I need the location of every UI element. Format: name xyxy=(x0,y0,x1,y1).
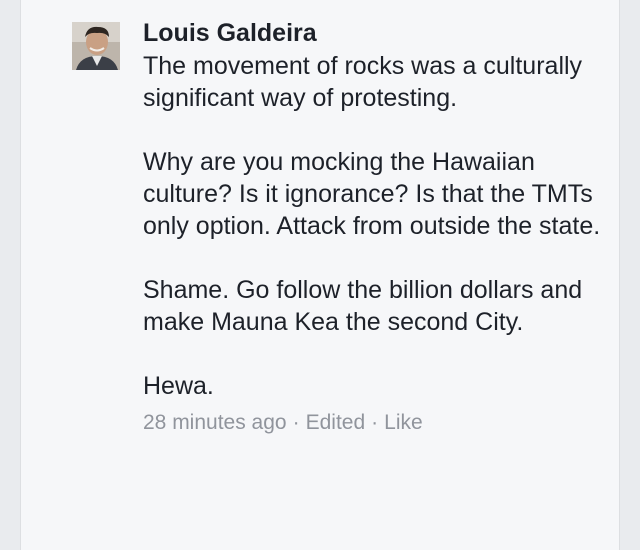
avatar[interactable] xyxy=(72,22,120,70)
timestamp-link[interactable]: 28 minutes ago xyxy=(143,411,287,434)
profile-photo-icon xyxy=(72,22,120,70)
comment-paragraph: The movement of rocks was a culturally s… xyxy=(143,52,583,112)
like-button[interactable]: Like xyxy=(384,411,423,434)
author-name[interactable]: Louis Galdeira xyxy=(143,16,613,50)
comment-paragraph: Why are you mocking the Hawaiian culture… xyxy=(143,148,601,240)
comment-paragraph: Shame. Go follow the billion dollars and… xyxy=(143,276,583,336)
comment-card: Louis Galdeira The movement of rocks was… xyxy=(20,0,620,550)
comment-body: Louis Galdeira The movement of rocks was… xyxy=(143,16,613,438)
edited-link[interactable]: Edited xyxy=(306,411,366,434)
comment-meta: 28 minutes ago · Edited · Like xyxy=(143,408,613,438)
separator: · xyxy=(371,411,379,434)
comment-paragraph: Hewa. xyxy=(143,372,214,400)
separator: · xyxy=(292,411,300,434)
